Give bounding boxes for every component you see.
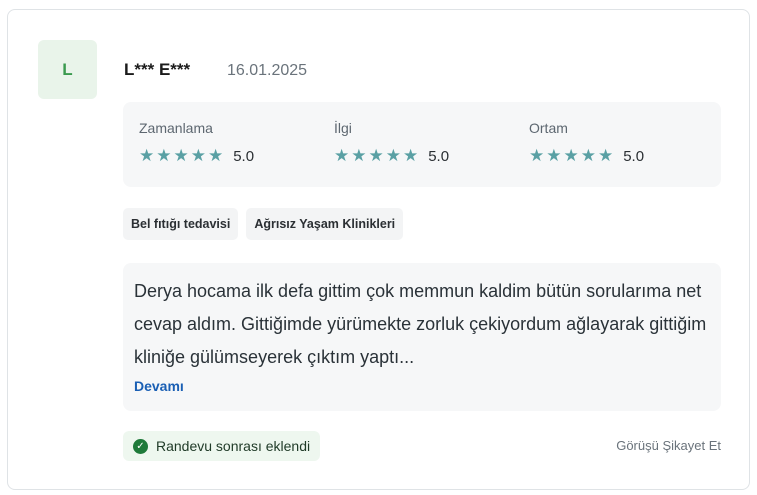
rating-score: 5.0	[233, 147, 255, 165]
rating-zamanlama: Zamanlama ★★★★★ 5.0	[139, 120, 254, 166]
rating-score: 5.0	[623, 147, 645, 165]
status-badge: ✓ Randevu sonrası eklendi	[123, 431, 321, 461]
report-review-link[interactable]: Görüşü Şikayet Et	[616, 438, 721, 453]
rating-ilgi: İlgi ★★★★★ 5.0	[334, 120, 449, 166]
author-name: L*** E***	[124, 60, 191, 79]
star-icon: ★★★★★	[529, 146, 616, 165]
review-text: Derya hocama ilk defa gittim çok memmun …	[134, 281, 707, 367]
review-date: 16.01.2025	[227, 62, 308, 79]
rating-label: İlgi	[334, 120, 352, 136]
review-body: Derya hocama ilk defa gittim çok memmun …	[123, 263, 721, 411]
rating-ortam: Ortam ★★★★★ 5.0	[529, 120, 644, 166]
star-icon: ★★★★★	[139, 146, 226, 165]
check-circle-icon: ✓	[133, 438, 148, 454]
star-icon: ★★★★★	[334, 146, 421, 165]
badge-label: Randevu sonrası eklendi	[156, 438, 311, 454]
ratings-panel: Zamanlama ★★★★★ 5.0 İlgi ★★★★★ 5.0 Ortam…	[123, 102, 721, 187]
rating-score: 5.0	[428, 147, 450, 165]
tag-list: Bel fıtığı tedavisi Ağrısız Yaşam Klinik…	[123, 208, 404, 240]
tag-clinic[interactable]: Ağrısız Yaşam Klinikleri	[246, 208, 404, 240]
tag-treatment[interactable]: Bel fıtığı tedavisi	[123, 208, 239, 240]
rating-label: Zamanlama	[139, 120, 213, 136]
rating-label: Ortam	[529, 120, 568, 136]
avatar: L	[38, 40, 97, 99]
review-card: L L*** E*** 16.01.2025 Zamanlama ★★★★★ 5…	[7, 9, 750, 490]
read-more-link[interactable]: Devamı	[134, 378, 184, 394]
